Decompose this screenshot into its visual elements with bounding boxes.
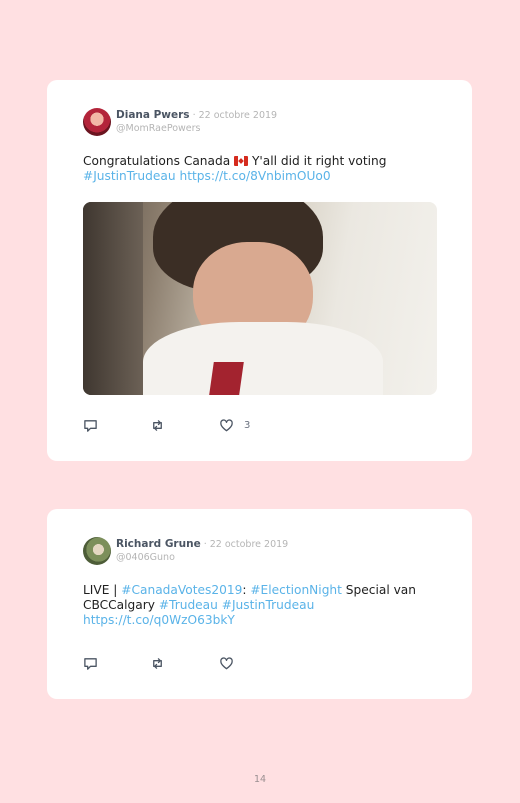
page-number: 14 [253,774,267,785]
reply-button[interactable] [83,655,98,671]
canada-flag-icon [234,156,249,166]
hashtag-link[interactable]: #CanadaVotes2019 [121,583,242,597]
hashtag-link[interactable]: #ElectionNight [250,583,342,597]
reply-button[interactable] [83,417,98,433]
separator: · [189,110,199,121]
like-button[interactable]: 3 [219,417,250,433]
tweet-card: Diana Pwers · 22 octobre 2019 @MomRaePow… [47,80,472,461]
tweet-date[interactable]: 22 octobre 2019 [199,110,277,121]
tweet-text: Congratulations Canada Y'all did it righ… [83,154,387,183]
tweet-actions [83,655,383,671]
hashtag-link[interactable]: #JustinTrudeau [222,598,315,612]
tweet-text: LIVE | #CanadaVotes2019: #ElectionNight … [83,583,417,627]
retweet-icon [153,419,162,431]
tweet-url-link[interactable]: https://t.co/q0WzO63bkY [83,613,235,627]
author-name[interactable]: Diana Pwers [116,109,190,121]
reply-icon [84,419,97,432]
retweet-button[interactable] [150,655,165,671]
tweet-date[interactable]: 22 octobre 2019 [210,539,288,550]
avatar[interactable] [83,537,111,565]
tweet-actions: 3 [83,417,383,433]
retweet-icon [153,657,162,669]
author-handle[interactable]: @MomRaePowers [116,123,201,134]
tweet-card: Richard Grune · 22 octobre 2019 @0406Gun… [47,509,472,699]
avatar[interactable] [83,108,111,136]
hashtag-link[interactable]: #JustinTrudeau [83,169,176,183]
tweet-header: Richard Grune · 22 octobre 2019 @0406Gun… [83,537,443,567]
tweet-media-image[interactable] [83,202,437,395]
reply-icon [84,657,97,670]
tweet-header: Diana Pwers · 22 octobre 2019 @MomRaePow… [83,108,443,138]
separator: · [200,539,210,550]
like-count: 3 [244,419,251,431]
hashtag-link[interactable]: #Trudeau [159,598,218,612]
heart-icon [220,418,233,431]
author-name[interactable]: Richard Grune [116,538,201,550]
author-handle[interactable]: @0406Guno [116,552,175,563]
like-button[interactable] [219,655,234,671]
tweet-url-link[interactable]: https://t.co/8VnbimOUo0 [179,169,330,183]
retweet-button[interactable] [150,417,165,433]
heart-icon [220,656,233,669]
